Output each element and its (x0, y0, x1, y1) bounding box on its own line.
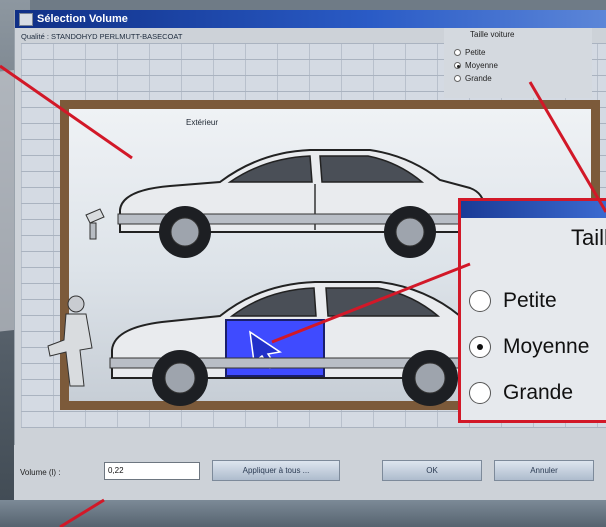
window-title: Sélection Volume (37, 13, 128, 25)
app-icon (19, 13, 33, 26)
background-desk-bottom (0, 500, 606, 527)
radio-selected-icon[interactable] (454, 62, 461, 69)
radio-icon[interactable] (469, 382, 491, 404)
zoom-option-medium[interactable]: Moyenne (469, 335, 589, 359)
title-bar[interactable]: Sélection Volume (15, 10, 606, 28)
cancel-button[interactable]: Annuler (494, 460, 594, 481)
zoom-title-bar (461, 201, 606, 218)
zoom-option-label: Moyenne (503, 335, 590, 358)
radio-selected-icon[interactable] (469, 336, 491, 358)
car-size-option-label: Moyenne (465, 61, 498, 70)
car-size-option-small[interactable]: Petite (454, 48, 485, 57)
zoom-option-label: Petite (503, 289, 557, 312)
car-bottom-illustration[interactable] (100, 270, 520, 410)
exterior-label: Extérieur (186, 118, 219, 127)
zoom-title: Taille voiture (571, 225, 606, 250)
volume-label: Volume (l) : (20, 468, 61, 477)
radio-icon[interactable] (454, 75, 461, 82)
volume-input[interactable]: 0,22 (104, 462, 200, 480)
spray-gun-icon (85, 208, 105, 240)
zoom-option-large[interactable]: Grande (469, 381, 573, 405)
zoom-option-small[interactable]: Petite (469, 289, 557, 313)
zoom-callout: Taille voiture Petite Moyenne Grande (458, 198, 606, 423)
painter-figure-icon (47, 295, 93, 387)
ok-button[interactable]: OK (382, 460, 482, 481)
car-size-option-label: Petite (465, 48, 486, 57)
apply-to-all-button[interactable]: Appliquer à tous ... (212, 460, 340, 481)
quality-label: Qualité : STANDOHYD PERLMUTT-BASECOAT (21, 32, 183, 41)
radio-icon[interactable] (454, 49, 461, 56)
car-size-option-medium[interactable]: Moyenne (454, 61, 498, 70)
car-size-title: Taille voiture (470, 30, 515, 39)
zoom-option-label: Grande (503, 381, 574, 404)
car-size-option-label: Grande (465, 74, 492, 83)
car-top-illustration[interactable] (110, 140, 490, 260)
car-size-option-large[interactable]: Grande (454, 74, 492, 83)
radio-icon[interactable] (469, 290, 491, 312)
